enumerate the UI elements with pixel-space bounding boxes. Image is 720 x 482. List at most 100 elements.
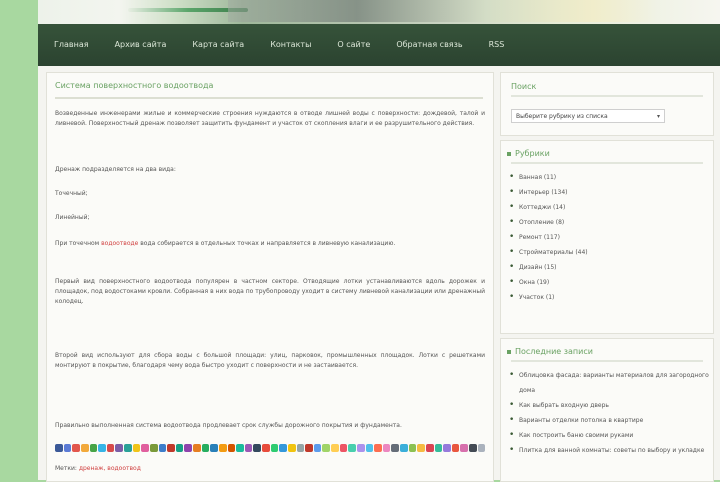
recent-divider [511,360,703,362]
share-button-icon[interactable] [201,444,210,452]
share-button-icon[interactable] [313,444,322,452]
share-button-icon[interactable] [167,444,175,452]
share-button-icon[interactable] [331,444,339,452]
recent-post-item[interactable]: Как выбрать входную дверь [501,398,713,413]
recent-post-item[interactable]: Варианты отделки потолка в квартире [501,413,713,428]
share-button-icon[interactable] [408,444,417,452]
title-divider [55,97,483,99]
share-button-icon[interactable] [210,444,218,452]
share-button-icon[interactable] [477,444,486,452]
nav-item-sitemap[interactable]: Карта сайта [179,24,257,66]
share-button-icon[interactable] [72,444,80,452]
rubrics-list: Ванная (11) Интерьер (134) Коттеджи (14)… [501,170,713,305]
share-button-icon[interactable] [287,444,296,452]
post-paragraph: Правильно выполненная система водоотвода… [55,422,402,429]
rubric-item[interactable]: Участок (1) [501,290,713,305]
header-banner [38,0,720,24]
search-widget: Поиск Выберите рубрику из списка ▾ [500,72,714,136]
share-button-icon[interactable] [262,444,270,452]
share-button-icon[interactable] [382,444,391,452]
nav-item-about[interactable]: О сайте [324,24,383,66]
share-button-icon[interactable] [417,444,425,452]
share-button-icon[interactable] [98,444,106,452]
share-button-icon[interactable] [106,444,115,452]
share-button-icon[interactable] [425,444,434,452]
bullet-square-icon [507,151,511,156]
share-button-icon[interactable] [158,444,167,452]
rubric-item[interactable]: Стройматериалы (44) [501,245,713,260]
nav-item-rss[interactable]: RSS [476,24,518,66]
post-content: Система поверхностного водоотвода Возвед… [46,72,494,482]
share-button-icon[interactable] [124,444,132,452]
share-button-icon[interactable] [374,444,382,452]
recent-title: Последние записи [515,347,593,356]
share-button-icon[interactable] [80,444,89,452]
rubric-item[interactable]: Окна (19) [501,275,713,290]
post-paragraph: Возведенные инженерами жилые и коммерчес… [55,110,485,127]
share-button-icon[interactable] [218,444,227,452]
paragraph-text-end: вода собирается в отдельных точках и нап… [138,240,396,247]
rubric-item[interactable]: Интерьер (134) [501,185,713,200]
share-button-icon[interactable] [253,444,261,452]
share-button-icon[interactable] [305,444,313,452]
rubric-item[interactable]: Ванная (11) [501,170,713,185]
share-button-icon[interactable] [141,444,149,452]
share-button-icon[interactable] [296,444,305,452]
rubric-item[interactable]: Коттеджи (14) [501,200,713,215]
share-button-icon[interactable] [132,444,141,452]
share-button-icon[interactable] [469,444,477,452]
share-button-icon[interactable] [244,444,253,452]
share-button-icon[interactable] [227,444,236,452]
share-button-icon[interactable] [451,444,460,452]
social-share-bar [55,443,486,453]
share-button-icon[interactable] [443,444,451,452]
rubric-item[interactable]: Ремонт (117) [501,230,713,245]
search-divider [511,95,703,97]
share-button-icon[interactable] [348,444,356,452]
nav-item-archive[interactable]: Архив сайта [102,24,180,66]
rubrics-divider [511,162,703,164]
share-button-icon[interactable] [356,444,365,452]
post-paragraph: При точечном водоотводе вода собирается … [55,239,485,249]
share-button-icon[interactable] [391,444,399,452]
rubric-item[interactable]: Дизайн (15) [501,260,713,275]
rubric-item[interactable]: Отопление (8) [501,215,713,230]
recent-post-item[interactable]: Облицовка фасада: варианты материалов дл… [501,368,713,398]
tags-links[interactable]: дренаж, водоотвод [79,465,141,472]
share-button-icon[interactable] [89,444,98,452]
share-button-icon[interactable] [149,444,158,452]
recent-header: Последние записи [501,339,713,356]
recent-post-item[interactable]: Плитка для ванной комнаты: советы по выб… [501,443,713,458]
share-button-icon[interactable] [339,444,348,452]
share-button-icon[interactable] [184,444,192,452]
recent-post-item[interactable]: Как построить баню своими руками [501,428,713,443]
post-paragraph: Первый вид поверхностного водоотвода поп… [55,278,485,305]
share-button-icon[interactable] [434,444,443,452]
paragraph-text-start: При точечном [55,240,102,247]
share-button-icon[interactable] [400,444,408,452]
share-button-icon[interactable] [63,444,72,452]
rubrics-widget: Рубрики Ванная (11) Интерьер (134) Котте… [500,140,714,334]
nav-item-contacts[interactable]: Контакты [257,24,324,66]
nav-item-home[interactable]: Главная [38,24,102,66]
share-button-icon[interactable] [322,444,330,452]
share-button-icon[interactable] [279,444,287,452]
category-select[interactable]: Выберите рубрику из списка ▾ [511,109,665,123]
tags-label: Метки: [55,465,77,472]
bullet-square-icon [507,349,511,354]
share-button-icon[interactable] [270,444,279,452]
rubrics-header: Рубрики [501,141,713,158]
sidebar: Поиск Выберите рубрику из списка ▾ Рубри… [500,72,720,482]
page: Главная Архив сайта Карта сайта Контакты… [38,0,720,482]
share-button-icon[interactable] [175,444,184,452]
share-button-icon[interactable] [236,444,244,452]
share-button-icon[interactable] [460,444,468,452]
nav-item-feedback[interactable]: Обратная связь [383,24,475,66]
share-button-icon[interactable] [55,444,63,452]
share-button-icon[interactable] [115,444,123,452]
share-button-icon[interactable] [365,444,374,452]
select-value: Выберите рубрику из списка [516,113,608,120]
share-button-icon[interactable] [193,444,201,452]
inline-link[interactable]: водоотводе [101,240,138,247]
post-title[interactable]: Система поверхностного водоотвода [55,81,475,90]
